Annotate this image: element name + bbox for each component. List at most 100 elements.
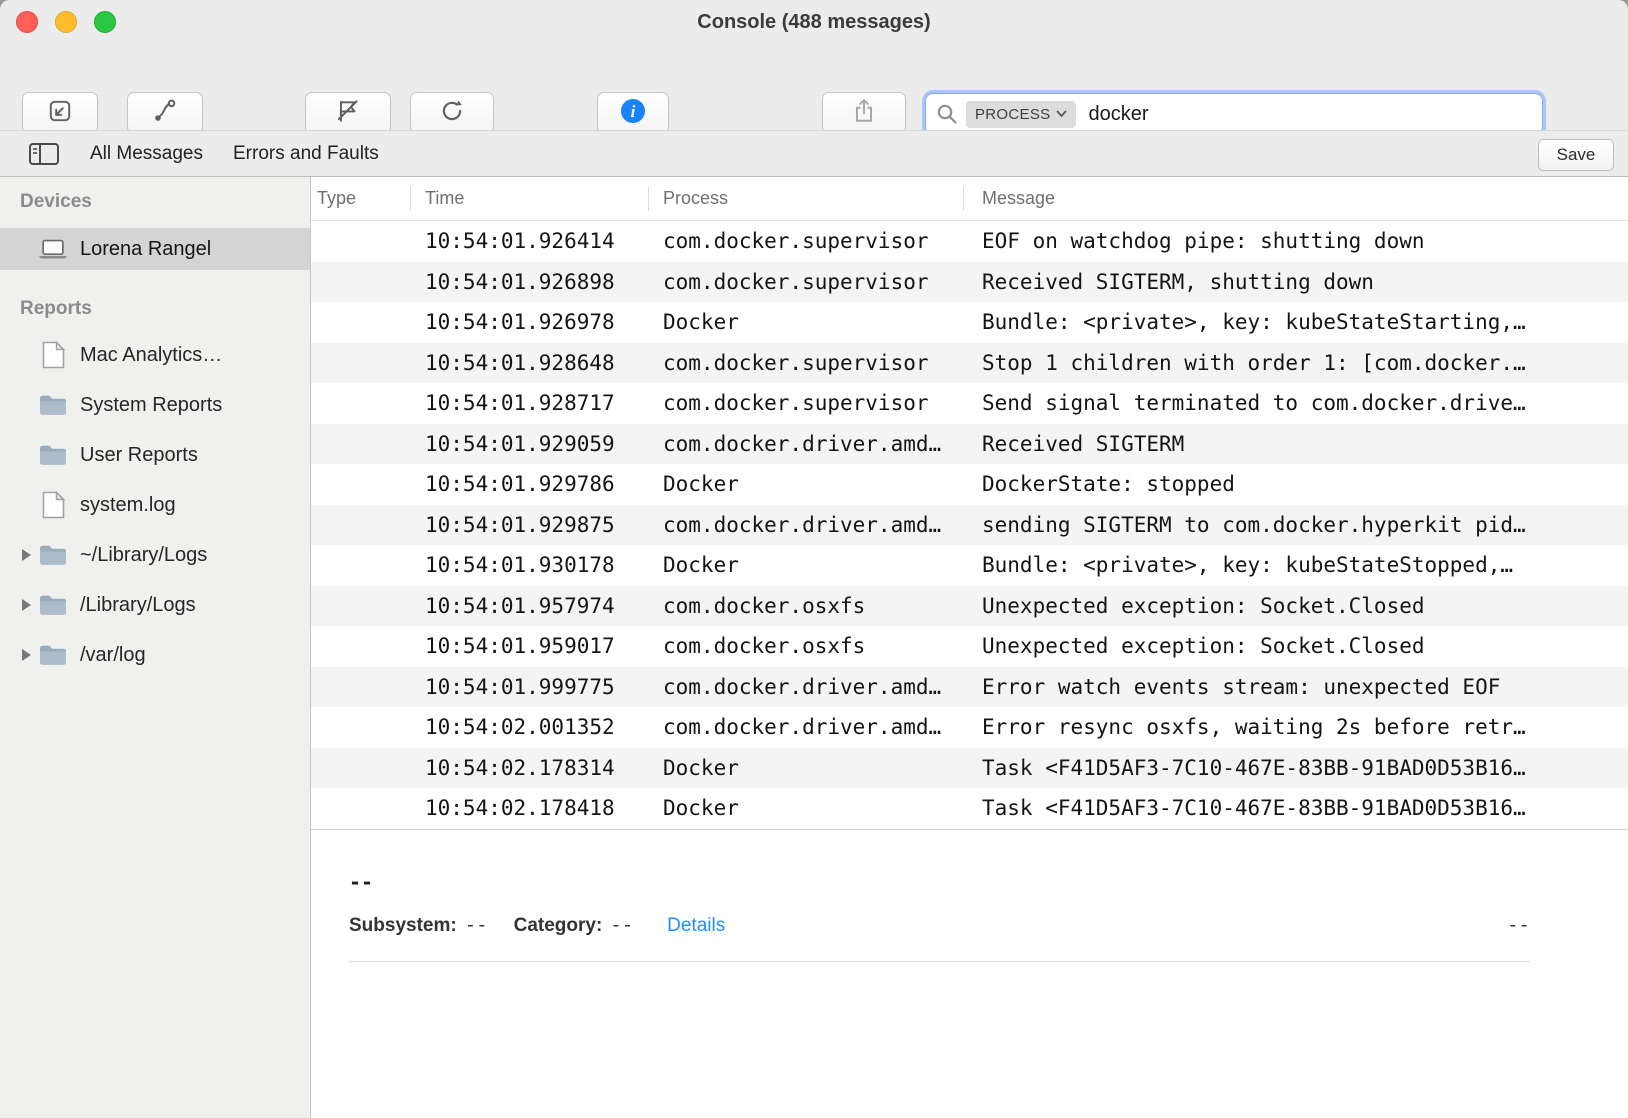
disclosure-triangle-icon[interactable]	[14, 649, 38, 661]
column-divider	[410, 186, 411, 211]
traffic-lights	[16, 11, 116, 33]
filter-bar: All Messages Errors and Faults Save	[0, 130, 1628, 177]
search-filter-token[interactable]: PROCESS	[966, 101, 1076, 128]
log-row[interactable]: 10:54:01.928648com.docker.supervisorStop…	[311, 343, 1628, 384]
process-cell: Docker	[663, 545, 969, 586]
log-row[interactable]: 10:54:02.178418DockerTask <F41D5AF3-7C10…	[311, 788, 1628, 829]
sidebar-item-label: /Library/Logs	[80, 594, 196, 617]
time-cell: 10:54:01.930178	[425, 545, 655, 586]
sidebar-item-mac-analytics[interactable]: Mac Analytics…	[0, 330, 310, 380]
log-row[interactable]: 10:54:01.928717com.docker.supervisor Send…	[311, 383, 1628, 424]
save-button[interactable]: Save	[1538, 139, 1614, 171]
message-cell: Send signal terminated to com.docker.dri…	[982, 383, 1622, 424]
zoom-button[interactable]	[94, 11, 116, 33]
details-link[interactable]: Details	[667, 915, 725, 937]
document-icon	[38, 341, 68, 369]
log-row[interactable]: 10:54:02.001352com.docker.driver.amd…Err…	[311, 707, 1628, 748]
time-cell: 10:54:01.926414	[425, 221, 655, 262]
log-row[interactable]: 10:54:01.926898com.docker.supervisorRece…	[311, 262, 1628, 303]
search-field[interactable]: PROCESS	[925, 93, 1543, 135]
disclosure-triangle-icon[interactable]	[14, 549, 38, 561]
time-cell: 10:54:02.178418	[425, 788, 655, 829]
process-cell: com.docker.supervisor	[663, 343, 969, 384]
close-button[interactable]	[16, 11, 38, 33]
log-row[interactable]: 10:54:01.930178DockerBundle: <private>, …	[311, 545, 1628, 586]
column-header-type[interactable]: Type	[317, 177, 356, 220]
message-cell: Task <F41D5AF3-7C10-467E-83BB-91BAD0D53B…	[982, 788, 1622, 829]
tab-all-messages[interactable]: All Messages	[90, 143, 203, 165]
device-name: Lorena Rangel	[80, 238, 211, 261]
message-cell: Task <F41D5AF3-7C10-467E-83BB-91BAD0D53B…	[982, 748, 1622, 789]
time-cell: 10:54:01.928648	[425, 343, 655, 384]
sidebar-section-devices: Devices	[20, 191, 310, 213]
sidebar-item-system-reports[interactable]: System Reports	[0, 380, 310, 430]
sidebar: Devices Lorena Rangel Reports Mac Analyt…	[0, 177, 311, 1118]
log-table: 10:54:01.926414com.docker.supervisorEOF …	[311, 221, 1628, 829]
sidebar-item-user-reports[interactable]: User Reports	[0, 430, 310, 480]
process-cell: com.docker.supervisor	[663, 383, 969, 424]
time-cell: 10:54:01.957974	[425, 586, 655, 627]
sidebar-item-library-logs[interactable]: /Library/Logs	[0, 580, 310, 630]
time-cell: 10:54:01.999775	[425, 667, 655, 708]
time-cell: 10:54:01.926978	[425, 302, 655, 343]
log-row[interactable]: 10:54:01.957974com.docker.osxfs Unexpecte…	[311, 586, 1628, 627]
column-header-process[interactable]: Process	[663, 177, 728, 220]
folder-icon	[38, 393, 68, 417]
search-input[interactable]	[1086, 102, 1532, 127]
chevron-down-icon	[1056, 110, 1067, 118]
column-header-message[interactable]: Message	[982, 177, 1055, 220]
log-row[interactable]: 10:54:01.929786DockerDockerState: stoppe…	[311, 464, 1628, 505]
sidebar-item-system-log[interactable]: system.log	[0, 480, 310, 530]
time-cell: 10:54:01.929059	[425, 424, 655, 465]
process-cell: com.docker.supervisor	[663, 262, 969, 303]
reload-icon	[439, 98, 465, 129]
log-row[interactable]: 10:54:01.999775com.docker.driver.amd…Err…	[311, 667, 1628, 708]
sidebar-item-var-log[interactable]: /var/log	[0, 630, 310, 680]
log-row[interactable]: 10:54:01.926978DockerBundle: <private>, …	[311, 302, 1628, 343]
sidebar-item-label: System Reports	[80, 394, 222, 417]
process-cell: Docker	[663, 748, 969, 789]
log-row[interactable]: 10:54:01.959017com.docker.osxfsUnexpecte…	[311, 626, 1628, 667]
sidebar-item-label: system.log	[80, 494, 176, 517]
time-cell: 10:54:02.001352	[425, 707, 655, 748]
log-row[interactable]: 10:54:01.929875com.docker.driver.amd…sen…	[311, 505, 1628, 546]
sidebar-item-label: User Reports	[80, 444, 198, 467]
message-cell: Unexpected exception: Socket.Closed	[982, 586, 1622, 627]
log-row[interactable]: 10:54:01.929059com.docker.driver.amd…Rec…	[311, 424, 1628, 465]
log-row[interactable]: 10:54:01.926414com.docker.supervisorEOF …	[311, 221, 1628, 262]
message-cell: Received SIGTERM, shutting down	[982, 262, 1622, 303]
window-title: Console (488 messages)	[0, 0, 1628, 44]
log-row[interactable]: 10:54:02.178314Docker Task <F41D5AF3-7C10…	[311, 748, 1628, 789]
column-divider	[963, 186, 964, 211]
process-cell: com.docker.driver.amd…	[663, 505, 969, 546]
process-cell: Docker	[663, 302, 969, 343]
document-icon	[38, 491, 68, 519]
activities-icon	[152, 98, 178, 129]
message-cell: Error resync osxfs, waiting 2s before re…	[982, 707, 1622, 748]
time-cell: 10:54:01.929875	[425, 505, 655, 546]
sidebar-toggle-button[interactable]	[28, 141, 60, 167]
detail-pane: -- Subsystem: -- Category: -- Details --	[311, 829, 1628, 1118]
minimize-button[interactable]	[55, 11, 77, 33]
message-cell: Received SIGTERM	[982, 424, 1622, 465]
process-cell: com.docker.osxfs	[663, 586, 969, 627]
sidebar-item-label: /var/log	[80, 644, 146, 667]
time-cell: 10:54:02.178314	[425, 748, 655, 789]
sidebar-item-label: Mac Analytics…	[80, 344, 222, 367]
message-cell: Unexpected exception: Socket.Closed	[982, 626, 1622, 667]
disclosure-triangle-icon[interactable]	[14, 599, 38, 611]
time-cell: 10:54:01.928717	[425, 383, 655, 424]
column-header-time[interactable]: Time	[425, 177, 464, 220]
sidebar-item-device[interactable]: Lorena Rangel	[0, 228, 310, 270]
jump-to-now-icon	[47, 98, 73, 129]
detail-title: --	[349, 870, 1530, 894]
toolbar: Now Activities Clear	[0, 44, 1628, 130]
titlebar: Console (488 messages)	[0, 0, 1628, 44]
sidebar-section-reports: Reports	[20, 298, 310, 320]
category-label: Category:	[514, 915, 603, 937]
detail-divider	[349, 961, 1530, 962]
tab-errors-and-faults[interactable]: Errors and Faults	[233, 143, 379, 165]
process-cell: Docker	[663, 464, 969, 505]
sidebar-item-library-logs[interactable]: ~/Library/Logs	[0, 530, 310, 580]
content: Devices Lorena Rangel Reports Mac Analyt…	[0, 177, 1628, 1118]
